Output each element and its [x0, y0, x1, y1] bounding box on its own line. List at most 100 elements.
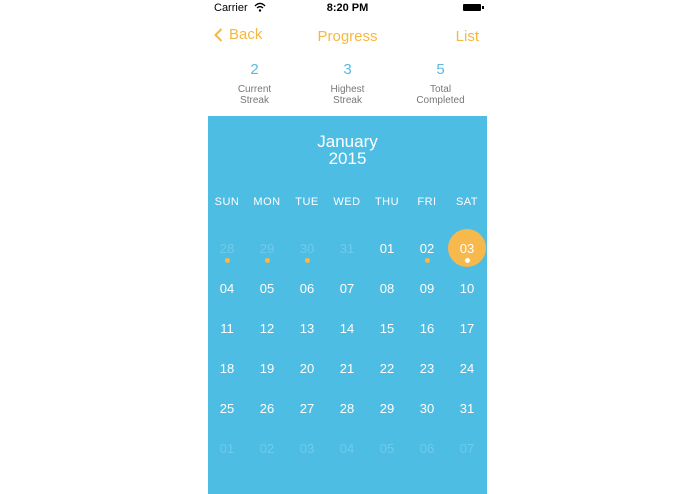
nav-bar: Back Progress List — [208, 24, 487, 50]
day-number: 16 — [419, 320, 435, 336]
day-number: 07 — [339, 280, 355, 296]
completed-dot — [265, 258, 270, 263]
calendar-day[interactable]: 11 — [208, 308, 247, 348]
calendar-day[interactable]: 31 — [447, 388, 487, 428]
day-number: 03 — [299, 440, 315, 456]
day-number: 12 — [259, 320, 275, 336]
day-number: 21 — [339, 360, 355, 376]
day-number: 29 — [259, 240, 275, 256]
calendar-day[interactable]: 14 — [327, 308, 367, 348]
calendar-day[interactable]: 29 — [367, 388, 407, 428]
back-button[interactable]: Back — [214, 26, 262, 43]
calendar-day[interactable]: 09 — [407, 268, 447, 308]
day-number: 22 — [379, 360, 395, 376]
calendar-month: January — [317, 132, 378, 151]
stat-total-completed: 5 Total Completed — [394, 58, 487, 116]
day-number: 04 — [219, 280, 235, 296]
status-bar: Carrier 8:20 PM — [208, 0, 487, 18]
stats-row: 2 Current Streak 3 Highest Streak 5 Tota… — [208, 58, 487, 116]
day-number: 09 — [419, 280, 435, 296]
stat-label-line: Streak — [333, 95, 362, 106]
calendar-day[interactable]: 06 — [407, 428, 447, 468]
weekday-header: SUN MON TUE WED THU FRI SAT — [208, 196, 487, 210]
calendar-day[interactable]: 30 — [407, 388, 447, 428]
calendar-day[interactable]: 04 — [327, 428, 367, 468]
day-number: 06 — [299, 280, 315, 296]
calendar-day[interactable]: 13 — [287, 308, 327, 348]
day-number: 26 — [259, 400, 275, 416]
day-number: 03 — [459, 240, 475, 256]
chevron-left-icon — [214, 27, 223, 42]
calendar-day[interactable]: 16 — [407, 308, 447, 348]
calendar-day[interactable]: 24 — [447, 348, 487, 388]
day-number: 19 — [259, 360, 275, 376]
weekday-mon: MON — [253, 196, 281, 208]
day-number: 01 — [379, 240, 395, 256]
calendar-day[interactable]: 05 — [247, 268, 287, 308]
weekday-fri: FRI — [417, 196, 437, 208]
day-number: 07 — [459, 440, 475, 456]
day-number: 01 — [219, 440, 235, 456]
day-number: 31 — [459, 400, 475, 416]
back-label: Back — [229, 26, 263, 43]
stat-value: 5 — [436, 61, 445, 78]
day-number: 23 — [419, 360, 435, 376]
calendar-day[interactable]: 07 — [447, 428, 487, 468]
calendar-day[interactable]: 25 — [208, 388, 247, 428]
calendar-day[interactable]: 12 — [247, 308, 287, 348]
completed-dot — [465, 258, 470, 263]
calendar-day[interactable]: 01 — [367, 228, 407, 268]
day-number: 31 — [339, 240, 355, 256]
stat-label-line: Highest — [330, 84, 365, 95]
day-number: 18 — [219, 360, 235, 376]
calendar-day[interactable]: 08 — [367, 268, 407, 308]
calendar-day[interactable]: 10 — [447, 268, 487, 308]
list-button[interactable]: List — [456, 28, 479, 45]
calendar-day[interactable]: 29 — [247, 228, 287, 268]
stat-value: 3 — [343, 61, 352, 78]
calendar-day[interactable]: 26 — [247, 388, 287, 428]
day-number: 13 — [299, 320, 315, 336]
calendar-day[interactable]: 01 — [208, 428, 247, 468]
day-number: 14 — [339, 320, 355, 336]
calendar-day[interactable]: 17 — [447, 308, 487, 348]
calendar-day[interactable]: 07 — [327, 268, 367, 308]
day-number: 08 — [379, 280, 395, 296]
weekday-sat: SAT — [455, 196, 479, 208]
calendar-day-selected[interactable]: 03 — [447, 228, 487, 268]
day-number: 02 — [419, 240, 435, 256]
calendar-day[interactable]: 18 — [208, 348, 247, 388]
stat-label-line: Completed — [416, 95, 465, 106]
calendar-day[interactable]: 03 — [287, 428, 327, 468]
stat-label-line: Streak — [240, 95, 269, 106]
stat-label: Current Streak — [208, 84, 301, 106]
calendar-day[interactable]: 31 — [327, 228, 367, 268]
day-number: 20 — [299, 360, 315, 376]
day-number: 04 — [339, 440, 355, 456]
completed-dot — [225, 258, 230, 263]
calendar-day[interactable]: 06 — [287, 268, 327, 308]
day-number: 15 — [379, 320, 395, 336]
calendar-day[interactable]: 19 — [247, 348, 287, 388]
calendar-day[interactable]: 04 — [208, 268, 247, 308]
calendar-day[interactable]: 05 — [367, 428, 407, 468]
calendar-day[interactable]: 30 — [287, 228, 327, 268]
calendar-day[interactable]: 28 — [327, 388, 367, 428]
calendar-day[interactable]: 15 — [367, 308, 407, 348]
day-number: 29 — [379, 400, 395, 416]
day-number: 11 — [220, 320, 234, 336]
calendar-year: 2015 — [328, 149, 367, 168]
calendar-day[interactable]: 27 — [287, 388, 327, 428]
calendar-day[interactable]: 02 — [247, 428, 287, 468]
completed-dot — [425, 258, 430, 263]
calendar-day[interactable]: 23 — [407, 348, 447, 388]
calendar-day[interactable]: 28 — [208, 228, 247, 268]
stat-value: 2 — [250, 61, 259, 78]
day-number: 28 — [339, 400, 355, 416]
calendar-day[interactable]: 22 — [367, 348, 407, 388]
calendar-day[interactable]: 02 — [407, 228, 447, 268]
stat-label: Total Completed — [394, 84, 487, 106]
day-number: 06 — [419, 440, 435, 456]
calendar-day[interactable]: 21 — [327, 348, 367, 388]
calendar-day[interactable]: 20 — [287, 348, 327, 388]
